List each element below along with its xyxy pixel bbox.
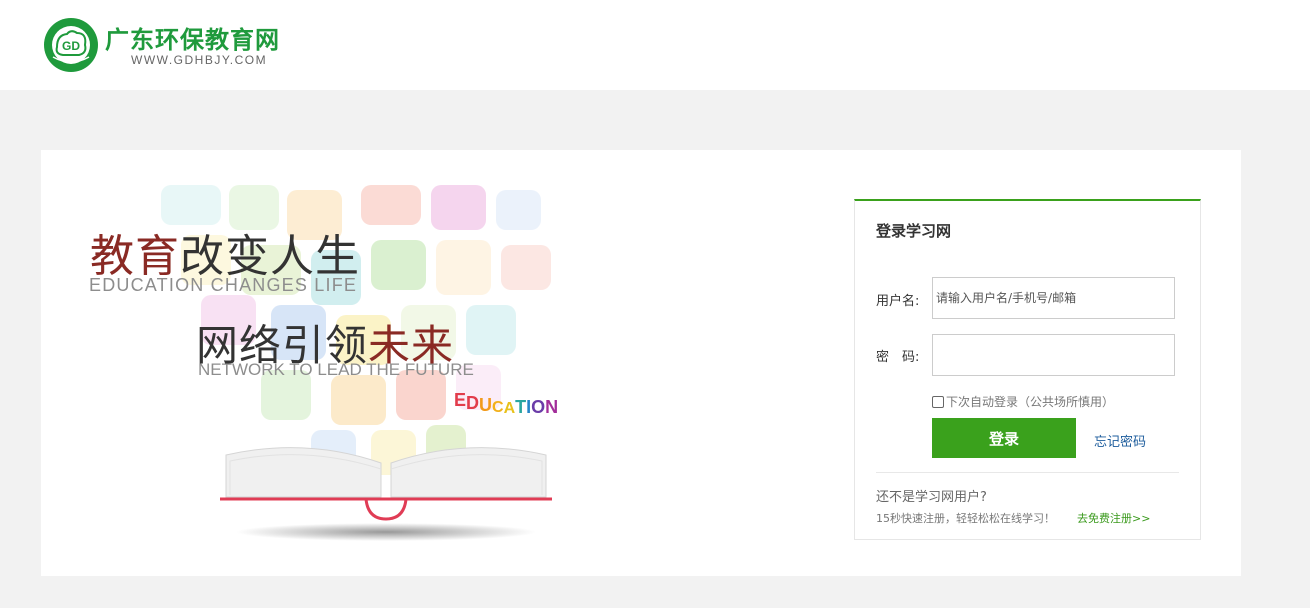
decorative-tile bbox=[466, 305, 516, 355]
education-letter: E bbox=[454, 390, 467, 410]
username-label: 用户名: bbox=[876, 294, 920, 309]
slogan2-english: NETWORK TO LEAD THE FUTURE bbox=[198, 360, 474, 379]
password-input[interactable] bbox=[932, 334, 1175, 376]
username-input[interactable] bbox=[932, 277, 1175, 319]
logo-gd-text: GD bbox=[62, 39, 80, 53]
education-letter: U bbox=[479, 395, 493, 415]
register-link[interactable]: 去免费注册>> bbox=[1077, 510, 1150, 526]
site-header: GD 广东环保教育网 WWW.GDHBJY.COM bbox=[0, 0, 1310, 90]
register-question: 还不是学习网用户? bbox=[876, 490, 987, 505]
education-letter: C bbox=[492, 399, 504, 416]
site-title[interactable]: 广东环保教育网 bbox=[105, 20, 280, 55]
decorative-tile bbox=[496, 190, 541, 230]
forgot-password-link[interactable]: 忘记密码 bbox=[1094, 431, 1146, 450]
login-title: 登录学习网 bbox=[876, 222, 952, 240]
open-book-icon bbox=[220, 447, 552, 541]
checkbox-icon[interactable] bbox=[932, 395, 944, 408]
site-logo-icon[interactable]: GD bbox=[43, 17, 99, 73]
site-url: WWW.GDHBJY.COM bbox=[131, 53, 268, 67]
main-card: 教育改变人生 EDUCATION CHANGES LIFE 网络引领未来 NET… bbox=[41, 150, 1241, 576]
decorative-tile bbox=[331, 375, 386, 425]
education-letter: A bbox=[503, 400, 516, 417]
decorative-tile bbox=[371, 240, 426, 290]
decorative-tile bbox=[436, 240, 491, 295]
decorative-tile bbox=[431, 185, 486, 230]
remember-me-checkbox[interactable]: 下次自动登录（公共场所慎用） bbox=[932, 393, 1114, 410]
decorative-tile bbox=[361, 185, 421, 225]
decorative-tile bbox=[161, 185, 221, 225]
slogan1-english: EDUCATION CHANGES LIFE bbox=[89, 275, 358, 295]
decorative-tile bbox=[501, 245, 551, 290]
register-description: 15秒快速注册，轻轻松松在线学习！ bbox=[876, 512, 1055, 525]
education-letter: T bbox=[515, 397, 527, 417]
password-label: 密 码: bbox=[876, 350, 920, 365]
remember-me-label: 下次自动登录（公共场所慎用） bbox=[946, 395, 1115, 409]
login-button[interactable]: 登录 bbox=[932, 418, 1076, 458]
divider bbox=[876, 472, 1179, 473]
banner: 教育改变人生 EDUCATION CHANGES LIFE 网络引领未来 NET… bbox=[41, 150, 801, 576]
education-letter: D bbox=[466, 393, 480, 413]
education-colored-word: EDUCATION bbox=[454, 390, 558, 417]
login-panel: 登录学习网 用户名: 密 码: 下次自动登录（公共场所慎用） 登录 忘记密码 还… bbox=[854, 199, 1201, 540]
education-letter: N bbox=[545, 397, 559, 417]
education-letter: O bbox=[531, 397, 546, 417]
